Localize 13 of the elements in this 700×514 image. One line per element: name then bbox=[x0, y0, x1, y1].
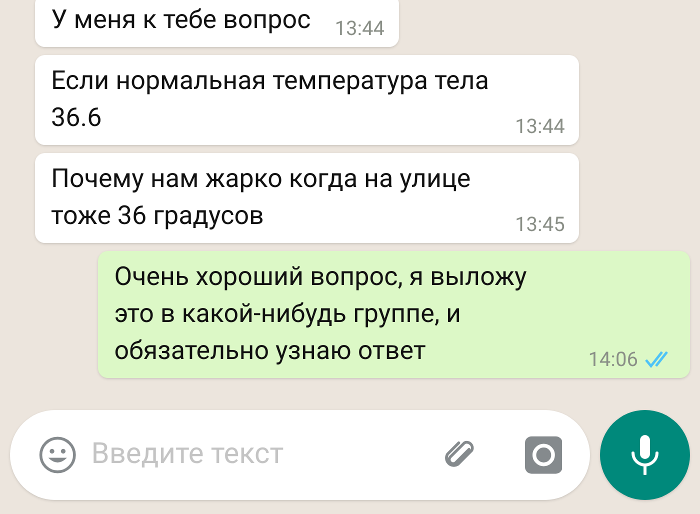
message-text: Если нормальная температура тела 36.6 bbox=[51, 65, 490, 135]
message-input[interactable]: Введите текст bbox=[91, 433, 412, 477]
message-time: 13:44 bbox=[515, 113, 565, 140]
emoji-icon[interactable] bbox=[38, 434, 78, 476]
camera-icon[interactable] bbox=[524, 435, 562, 475]
microphone-icon bbox=[630, 435, 660, 475]
message-time: 14:06 bbox=[588, 346, 638, 373]
message-field[interactable]: Введите текст bbox=[10, 410, 590, 500]
message-time: 13:44 bbox=[334, 15, 385, 42]
message-time: 13:45 bbox=[515, 211, 565, 238]
message-text: Почему нам жарко когда на улице тоже 36 градусов bbox=[51, 163, 472, 233]
message-text: Очень хороший вопрос, я выложу это в какой-нибудь группе, и обязательно узнаю ответ bbox=[114, 261, 528, 368]
message-text: У меня к тебе вопрос bbox=[51, 4, 311, 37]
